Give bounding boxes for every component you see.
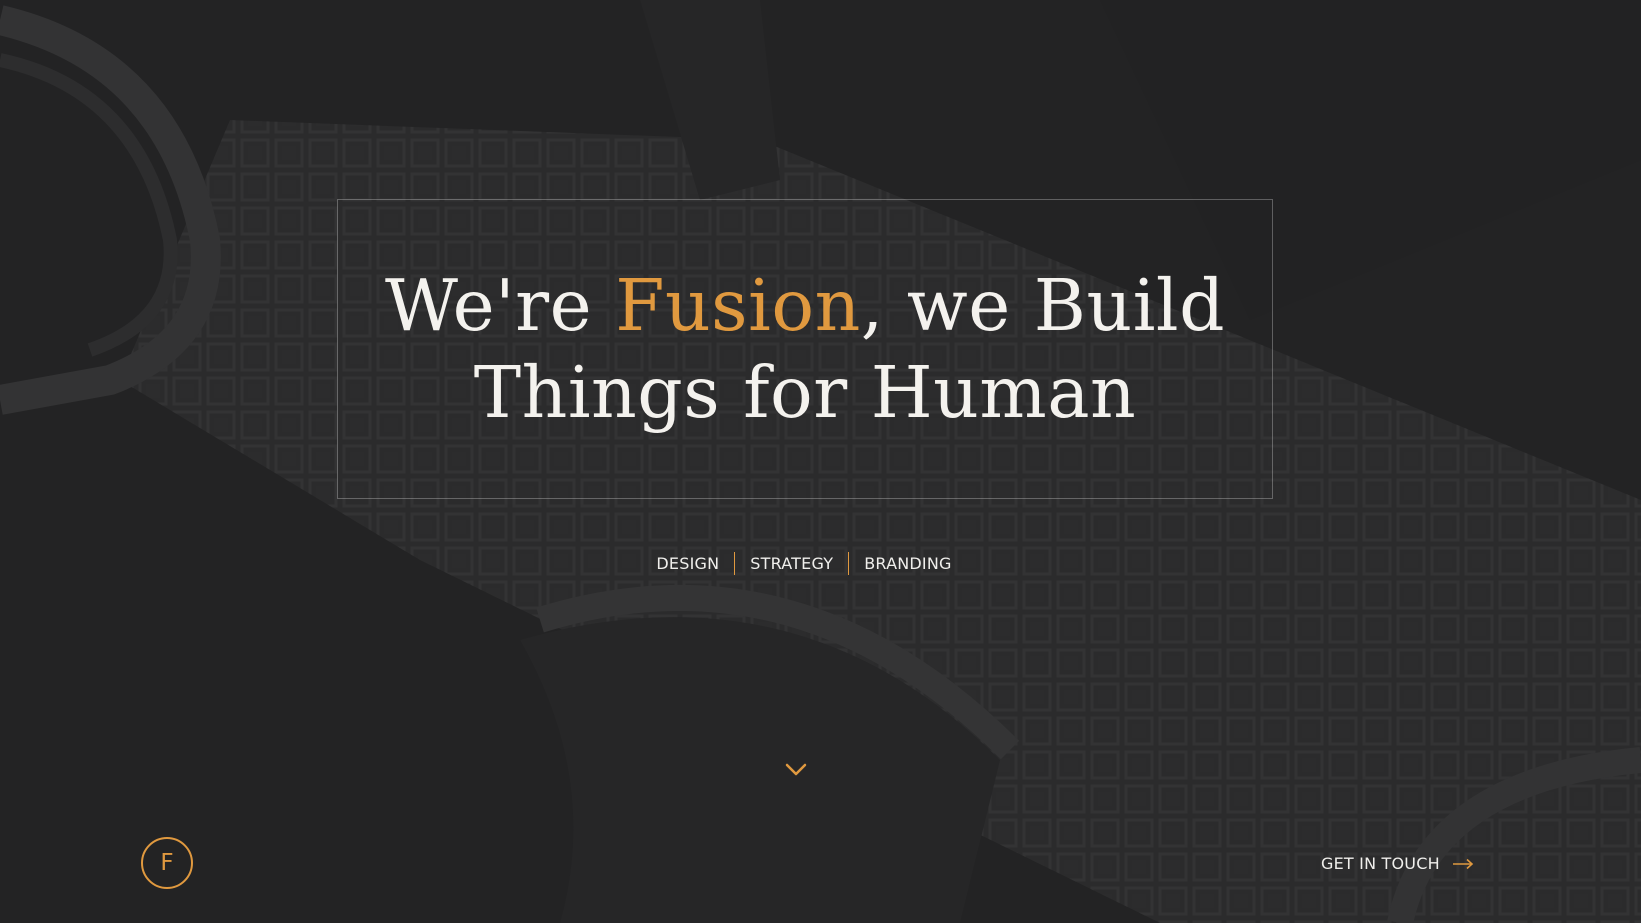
service-design: DESIGN [656,554,720,573]
service-branding: BRANDING [864,554,952,573]
get-in-touch-link[interactable]: GET IN TOUCH [1321,854,1474,873]
logo-letter: F [160,850,174,876]
services-list: DESIGN STRATEGY BRANDING [0,552,1608,575]
scroll-down-button[interactable] [784,760,808,780]
headline-line-2: Things for Human [473,351,1137,434]
headline-prefix: We're [384,264,616,347]
hero-box: We're Fusion, we Build Things for Human [337,199,1273,499]
brand-logo[interactable]: F [141,837,193,889]
service-strategy: STRATEGY [750,554,834,573]
get-in-touch-label: GET IN TOUCH [1321,854,1440,873]
chevron-down-icon [785,763,807,776]
headline-brand-accent: Fusion [615,264,861,347]
hero-headline: We're Fusion, we Build Things for Human [385,262,1225,436]
headline-suffix: , we Build [860,264,1226,347]
arrow-right-icon [1452,858,1474,869]
